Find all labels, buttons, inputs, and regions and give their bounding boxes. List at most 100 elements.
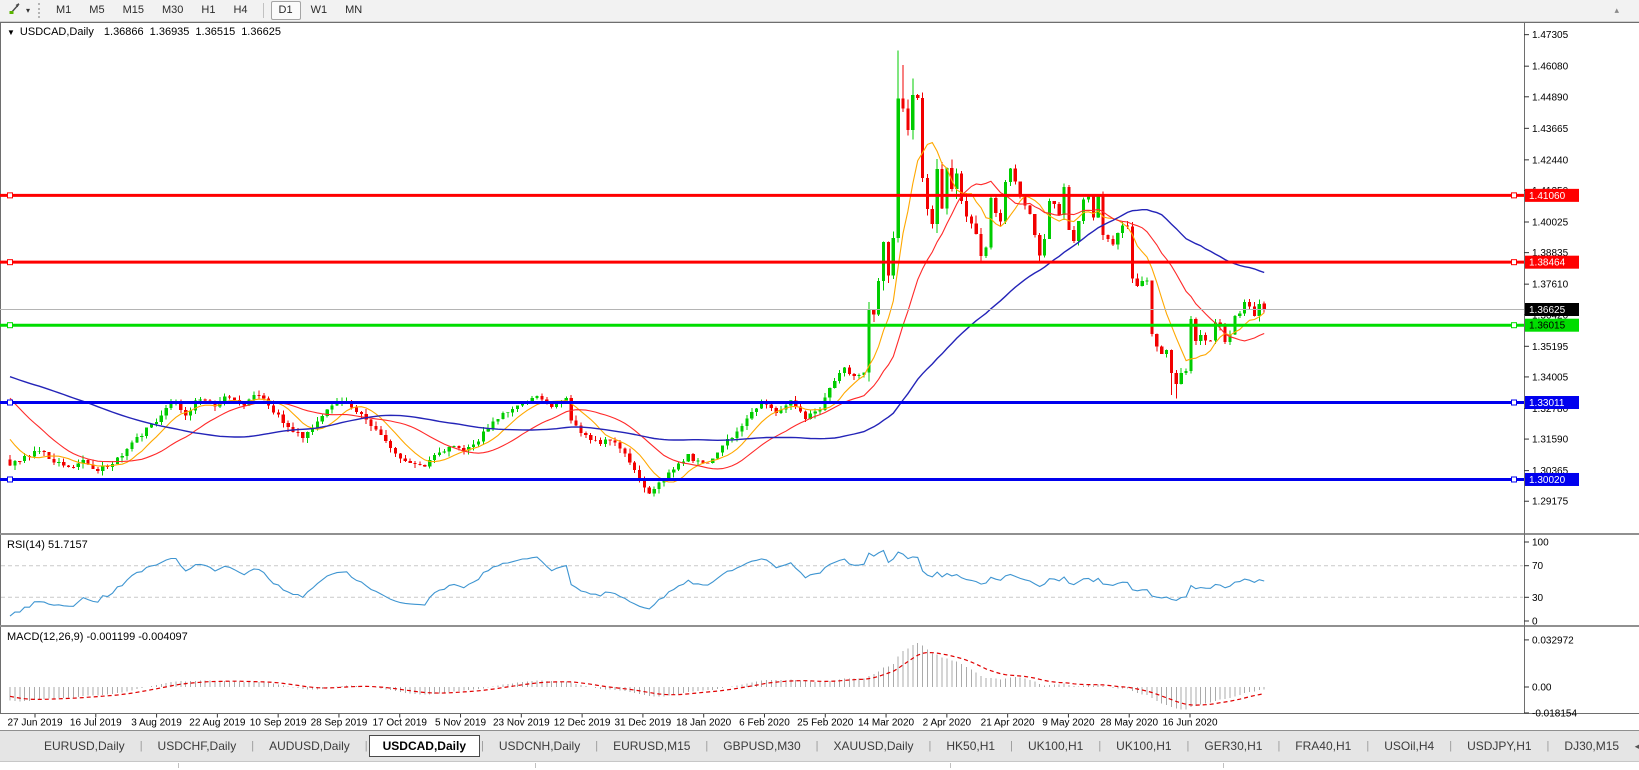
toolbar-separator [263,3,264,18]
svg-text:1.30020: 1.30020 [1529,475,1566,486]
price-axis-label: 1.34005 [1532,372,1569,383]
rsi-axis-label: 100 [1532,538,1549,549]
level-handle [1512,400,1517,405]
price-axis-label: 1.44890 [1532,92,1569,103]
date-axis-label: 21 Apr 2020 [981,718,1035,729]
timeframe-button-d1[interactable]: D1 [271,1,301,20]
price-axis-label: 1.43665 [1532,124,1569,135]
price-axis-label: 1.31590 [1532,435,1569,446]
chart-tab-gbpusd-m30[interactable]: GBPUSD,M30 [709,735,814,757]
chart-tab-usoil-h4[interactable]: USOil,H4 [1370,735,1448,757]
tool-dropdown-icon[interactable]: ▾ [26,6,30,15]
price-axis-label: 1.46080 [1532,62,1569,73]
pane-separator [0,625,1639,627]
date-axis-label: 17 Oct 2019 [372,718,427,729]
date-axis-label: 9 May 2020 [1042,718,1095,729]
chart-tabs: EURUSD,Daily|USDCHF,Daily|AUDUSD,Daily|U… [30,735,1633,757]
chart-tab-xauusd-daily[interactable]: XAUUSD,Daily [820,735,928,757]
date-axis-label: 6 Feb 2020 [739,718,790,729]
chart-tab-fra40-h1[interactable]: FRA40,H1 [1281,735,1365,757]
macd-axis-label: 0.032972 [1532,635,1574,646]
date-axis-label: 27 Jun 2019 [7,718,62,729]
tab-scroll-arrows: ◄ ► [1633,742,1639,751]
timeframe-button-h1[interactable]: H1 [193,1,223,20]
rsi-indicator-label: RSI(14) 51.7157 [7,539,88,551]
chart-tab-uk100-h1[interactable]: UK100,H1 [1102,735,1185,757]
tab-divider: | [481,740,484,752]
svg-text:1.36625: 1.36625 [1529,305,1566,316]
rsi-axis-label: 0 [1532,617,1538,628]
level-handle [8,323,13,328]
tab-scroll-left-icon[interactable]: ◄ [1633,742,1639,751]
chart-tab-usdcad-daily[interactable]: USDCAD,Daily [369,735,480,757]
tab-divider: | [1366,740,1369,752]
status-divider [178,763,179,768]
level-handle [1512,193,1517,198]
price-axis-label: 1.40025 [1532,218,1569,229]
timeframe-button-m5[interactable]: M5 [81,1,112,20]
chart-canvas[interactable]: 1.473051.460801.448901.436651.424401.412… [0,22,1639,730]
date-axis-label: 18 Jan 2020 [676,718,731,729]
date-axis-label: 22 Aug 2019 [189,718,246,729]
tab-divider: | [1098,740,1101,752]
level-handle [8,477,13,482]
tab-divider: | [1547,740,1550,752]
level-handle [1512,477,1517,482]
chart-tab-uk100-h1[interactable]: UK100,H1 [1014,735,1097,757]
level-handle [8,193,13,198]
price-axis-label: 1.37610 [1532,280,1569,291]
svg-text:1.36015: 1.36015 [1529,321,1566,332]
tab-divider: | [1277,740,1280,752]
date-axis-label: 25 Feb 2020 [797,718,854,729]
timeframe-button-m30[interactable]: M30 [154,1,191,20]
level-handle [8,400,13,405]
date-axis-label: 10 Sep 2019 [250,718,307,729]
date-axis-label: 23 Nov 2019 [493,718,550,729]
chart-tab-usdcnh-daily[interactable]: USDCNH,Daily [485,735,594,757]
timeframe-button-mn[interactable]: MN [337,1,370,20]
rsi-axis-label: 30 [1532,593,1544,604]
date-axis-label: 16 Jul 2019 [70,718,122,729]
chart-tab-eurusd-m15[interactable]: EURUSD,M15 [599,735,704,757]
toolbar-grip[interactable] [38,3,42,18]
mt4-terminal: ▾ M1M5M15M30H1H4D1W1MN ▴ 1.473051.460801… [0,0,1639,769]
chart-tab-dj30-m15[interactable]: DJ30,M15 [1550,735,1633,757]
chart-tab-bar: EURUSD,Daily|USDCHF,Daily|AUDUSD,Daily|U… [0,730,1639,761]
chart-tab-usdchf-daily[interactable]: USDCHF,Daily [144,735,251,757]
svg-text:1.41060: 1.41060 [1529,191,1566,202]
chart-tab-usdjpy-h1[interactable]: USDJPY,H1 [1453,735,1545,757]
chart-window: 1.473051.460801.448901.436651.424401.412… [0,22,1639,730]
timeframe-buttons: M1M5M15M30H1H4 D1W1MN [47,1,371,20]
timeframe-button-w1[interactable]: W1 [303,1,336,20]
status-divider [1223,763,1224,768]
tab-divider: | [1449,740,1452,752]
tab-divider: | [705,740,708,752]
symbol-dropdown-icon[interactable]: ▼ [7,28,15,37]
date-axis-label: 12 Dec 2019 [554,718,611,729]
rsi-axis-label: 70 [1532,561,1544,572]
price-axis-label: 1.42440 [1532,155,1569,166]
crosshair-tool-icon[interactable] [7,0,23,21]
chart-tab-eurusd-daily[interactable]: EURUSD,Daily [30,735,139,757]
timeframe-button-m15[interactable]: M15 [115,1,152,20]
chart-title: ▼ USDCAD,Daily 1.36866 1.36935 1.36515 1… [7,26,287,38]
svg-text:1.38464: 1.38464 [1529,258,1566,269]
svg-text:1.33011: 1.33011 [1529,398,1565,409]
symbol-label: USDCAD,Daily [20,26,94,38]
timeframe-button-m1[interactable]: M1 [48,1,79,20]
price-axis-label: 1.35195 [1532,342,1569,353]
date-axis-label: 28 May 2020 [1100,718,1158,729]
chart-tab-hk50-h1[interactable]: HK50,H1 [932,735,1009,757]
tab-divider: | [1187,740,1190,752]
pane-separator [0,533,1639,535]
toolbar-overflow-icon[interactable]: ▴ [1614,5,1619,16]
chart-tab-ger30-h1[interactable]: GER30,H1 [1190,735,1276,757]
quote-open: 1.36866 [104,26,144,38]
price-axis-label: 1.29175 [1532,497,1569,508]
date-axis-label: 3 Aug 2019 [131,718,182,729]
date-axis-label: 28 Sep 2019 [311,718,368,729]
chart-tab-audusd-daily[interactable]: AUDUSD,Daily [255,735,364,757]
date-axis-label: 31 Dec 2019 [615,718,672,729]
timeframe-button-h4[interactable]: H4 [225,1,255,20]
level-handle [8,260,13,265]
